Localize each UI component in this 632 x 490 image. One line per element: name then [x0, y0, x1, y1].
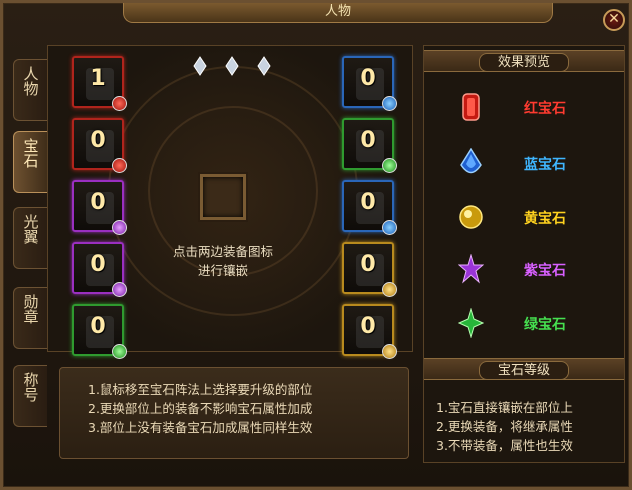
gem-name: 紫宝石	[524, 263, 566, 279]
red-gem-icon	[462, 93, 480, 121]
red-gem-icon	[112, 158, 127, 173]
slot-gem-count: 0	[90, 128, 106, 153]
effect-row-red: 红宝石	[424, 88, 624, 128]
slot-gem-count: 0	[90, 190, 106, 215]
red-gem-icon	[112, 96, 127, 111]
slot-gem-count: 0	[360, 314, 376, 339]
green-gem-icon	[458, 308, 484, 338]
gem-window: 人物 ✕ 人物 宝石 光翼 勋章 称号 1 0 0 0 0 0 0 0 0 0 …	[0, 0, 632, 490]
equip-slot-left-4[interactable]: 0	[72, 242, 127, 297]
gem-level-header: 宝石等级	[424, 358, 624, 380]
effect-preview-header: 效果预览	[424, 50, 624, 72]
purple-gem-icon	[458, 254, 484, 284]
center-hint-line-2: 进行镶嵌	[197, 263, 248, 278]
purple-gem-icon	[112, 220, 127, 235]
crystal-icon	[193, 56, 207, 76]
gem-name: 蓝宝石	[524, 157, 566, 173]
effect-row-gold: 黄宝石	[424, 198, 624, 238]
slot-gem-count: 0	[90, 252, 106, 277]
window-title: 人物	[123, 3, 553, 23]
green-gem-icon	[382, 158, 397, 173]
effect-row-blue: 蓝宝石	[424, 144, 624, 184]
effect-row-green: 绿宝石	[424, 304, 624, 344]
slot-gem-count: 0	[360, 128, 376, 153]
tab-light-wing[interactable]: 光翼	[13, 207, 47, 269]
slot-gem-count: 1	[90, 66, 106, 91]
equip-slot-right-3[interactable]: 0	[342, 180, 397, 235]
equip-slot-right-1[interactable]: 0	[342, 56, 397, 111]
effect-row-purple: 紫宝石	[424, 250, 624, 290]
gem-level-line: 3.不带装备，属性也生效	[436, 438, 573, 453]
equip-slot-right-4[interactable]: 0	[342, 242, 397, 297]
slot-gem-count: 0	[360, 66, 376, 91]
tip-line: 1.鼠标移至宝石阵法上选择要升级的部位	[88, 382, 313, 397]
blue-gem-icon	[460, 148, 482, 174]
tips-box: 1.鼠标移至宝石阵法上选择要升级的部位 2.更换部位上的装备不影响宝石属性加成 …	[59, 367, 409, 459]
close-icon: ✕	[608, 11, 620, 27]
tab-label: 宝石	[21, 138, 40, 168]
tab-label: 光翼	[21, 214, 40, 244]
blue-gem-icon	[382, 96, 397, 111]
center-hint-line-1: 点击两边装备图标	[172, 244, 273, 259]
crystal-icon	[257, 56, 271, 76]
gem-level-title: 宝石等级	[478, 361, 569, 380]
tab-medal[interactable]: 勋章	[13, 287, 47, 349]
green-gem-icon	[112, 344, 127, 359]
equip-slot-left-2[interactable]: 0	[72, 118, 127, 173]
yellow-gem-icon	[459, 205, 483, 229]
gold-gem-icon	[382, 282, 397, 297]
tip-line: 2.更换部位上的装备不影响宝石属性加成	[88, 401, 313, 416]
tab-character[interactable]: 人物	[13, 59, 47, 121]
tab-label: 勋章	[21, 294, 40, 324]
gem-name: 黄宝石	[524, 211, 566, 227]
equip-slot-right-2[interactable]: 0	[342, 118, 397, 173]
center-hint: 点击两边装备图标 进行镶嵌	[143, 242, 303, 280]
effect-preview-title: 效果预览	[478, 53, 569, 72]
equip-slot-left-3[interactable]: 0	[72, 180, 127, 235]
slot-gem-count: 0	[360, 252, 376, 277]
gem-name: 绿宝石	[524, 317, 566, 333]
blue-gem-icon	[382, 220, 397, 235]
slot-gem-count: 0	[90, 314, 106, 339]
gem-level-line: 1.宝石直接镶嵌在部位上	[436, 400, 573, 415]
crystal-icon	[225, 56, 239, 76]
equip-slot-left-1[interactable]: 1	[72, 56, 127, 111]
center-gem-slot[interactable]	[200, 174, 246, 220]
gold-gem-icon	[382, 344, 397, 359]
tab-title[interactable]: 称号	[13, 365, 47, 427]
close-button[interactable]: ✕	[603, 9, 625, 31]
gem-level-line: 2.更换装备，将继承属性	[436, 419, 573, 434]
equip-slot-right-5[interactable]: 0	[342, 304, 397, 359]
effect-preview-panel: 效果预览 红宝石 蓝宝石 黄宝石 紫宝石 绿宝石 宝石等级 1.宝石直接镶嵌在部…	[423, 45, 625, 463]
gem-name: 红宝石	[524, 101, 566, 117]
tip-line: 3.部位上没有装备宝石加成属性同样生效	[88, 420, 313, 435]
tab-label: 称号	[21, 372, 40, 402]
equip-slot-left-5[interactable]: 0	[72, 304, 127, 359]
tab-label: 人物	[21, 66, 40, 96]
purple-gem-icon	[112, 282, 127, 297]
slot-gem-count: 0	[360, 190, 376, 215]
gem-inlay-panel: 1 0 0 0 0 0 0 0 0 0 点击两边装备图标 进行镶嵌	[47, 45, 413, 359]
gem-level-lines: 1.宝石直接镶嵌在部位上 2.更换装备，将继承属性 3.不带装备，属性也生效	[436, 398, 573, 455]
tab-gem[interactable]: 宝石	[13, 131, 47, 193]
